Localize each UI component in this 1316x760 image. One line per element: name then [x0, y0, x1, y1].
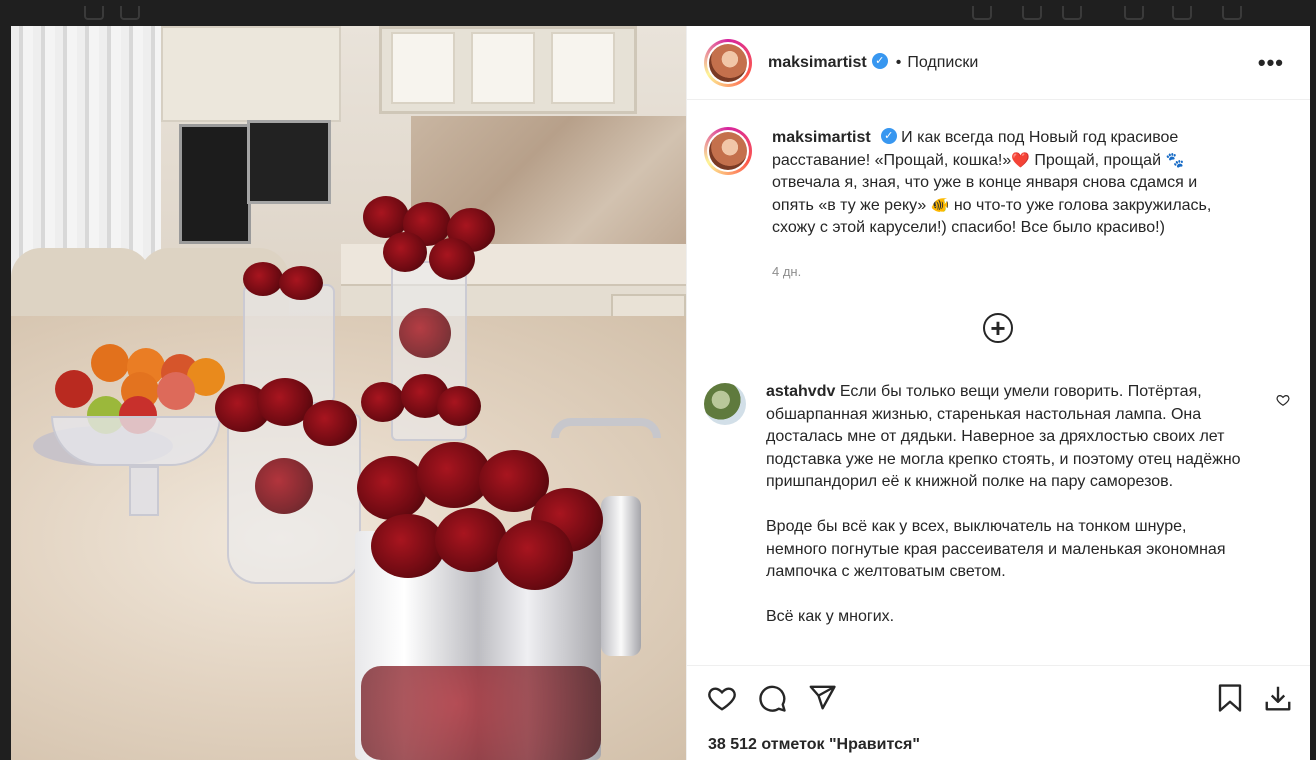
photo-upper-cabinet [161, 26, 341, 122]
backdrop-icon [120, 6, 140, 20]
comments-section[interactable]: maksimartist ✓ И как всегда под Новый год… [687, 101, 1310, 665]
avatar-image [709, 132, 747, 170]
photo-rose [361, 382, 405, 422]
caption-text: maksimartist ✓ И как всегда под Новый год… [772, 127, 1232, 240]
photo-bowl-stem [129, 466, 159, 516]
commenter-avatar[interactable] [704, 383, 746, 425]
backdrop-icon [1124, 6, 1144, 20]
post-side-panel: maksimartist ✓ • Подписки ••• maksimarti… [686, 26, 1310, 760]
backdrop-icon [1222, 6, 1242, 20]
author-avatar[interactable] [704, 38, 752, 87]
verified-badge-icon: ✓ [880, 127, 897, 144]
post-actions: 38 512 отметок "Нравится" [687, 665, 1310, 760]
post-timestamp[interactable]: 4 дн. [772, 264, 801, 279]
send-icon[interactable] [807, 683, 837, 713]
post-modal: maksimartist ✓ • Подписки ••• maksimarti… [11, 26, 1310, 760]
photo-rose [303, 400, 357, 446]
photo-rose [497, 520, 573, 590]
comment-icon[interactable] [757, 683, 787, 713]
photo-rose [429, 238, 475, 280]
backdrop-icon [972, 6, 992, 20]
caption-author-username[interactable]: maksimartist [772, 129, 871, 146]
post-photo[interactable] [11, 26, 686, 760]
post-caption: maksimartist ✓ И как всегда под Новый год… [704, 127, 1294, 240]
separator-dot: • [895, 53, 902, 71]
backdrop-icon [84, 6, 104, 20]
comment-paragraph: Вроде бы всё как у всех, выключатель на … [766, 518, 1226, 580]
photo-rose [399, 308, 451, 358]
bookmark-icon[interactable] [1215, 683, 1245, 713]
photo-rose [255, 458, 313, 514]
heart-emoji: ❤️ [1011, 151, 1030, 169]
backdrop-icon [1062, 6, 1082, 20]
like-heart-icon[interactable] [707, 683, 737, 713]
backdrop-icon [1022, 6, 1042, 20]
photo-glass-pane [391, 32, 455, 104]
photo-rose [279, 266, 323, 300]
verified-badge-icon: ✓ [871, 52, 888, 69]
photo-apple [157, 372, 195, 410]
photo-rose [435, 508, 507, 572]
comment-text: astahvdv Если бы только вещи умели говор… [766, 381, 1246, 651]
caption-author-avatar[interactable] [704, 127, 752, 175]
commenter-username[interactable]: astahvdv [766, 383, 835, 400]
author-username[interactable]: maksimartist [768, 54, 867, 72]
comment-paragraph: Если бы только вещи умели говорить. Потё… [766, 383, 1241, 490]
photo-rose [243, 262, 283, 296]
photo-rose [357, 456, 427, 520]
download-icon[interactable] [1263, 683, 1293, 713]
likes-count[interactable]: 38 512 отметок "Нравится" [708, 736, 920, 754]
photo-fruit-bowl [51, 416, 221, 466]
comment-item: astahvdv Если бы только вещи умели говор… [704, 381, 1294, 651]
photo-orange [91, 344, 129, 382]
avatar-image [709, 43, 747, 82]
photo-rose [371, 514, 445, 578]
photo-rose [361, 666, 601, 760]
comment-like-icon[interactable] [1276, 393, 1290, 407]
photo-rose [383, 232, 427, 272]
fish-emoji: 🐠 [930, 196, 950, 214]
photo-faucet [601, 496, 641, 656]
photo-apple [55, 370, 93, 408]
comment-paragraph: Всё как у многих. [766, 608, 895, 625]
more-options-icon[interactable]: ••• [1258, 50, 1284, 76]
post-header: maksimartist ✓ • Подписки ••• [687, 26, 1310, 100]
backdrop-icon [1172, 6, 1192, 20]
follow-status-button[interactable]: Подписки [907, 54, 978, 72]
photo-faucet-arm [551, 418, 661, 438]
photo-oven [179, 124, 251, 244]
load-more-comments-icon[interactable]: + [983, 313, 1013, 343]
photo-glass-pane [551, 32, 615, 104]
browser-backdrop [0, 0, 1316, 26]
photo-rose [437, 386, 481, 426]
photo-microwave [247, 120, 331, 204]
caption-text-part2: Прощай, прощай [1029, 151, 1166, 169]
paws-emoji: 🐾 [1165, 151, 1185, 169]
photo-glass-pane [471, 32, 535, 104]
